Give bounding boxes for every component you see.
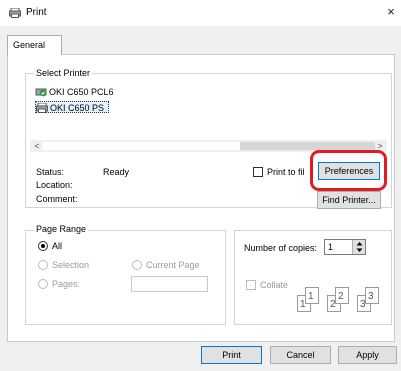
location-label: Location: [36,180,73,190]
find-printer-button[interactable]: Find Printer... [317,191,381,209]
comment-label: Comment: [36,194,78,204]
selection-label[interactable]: Selection [52,260,89,270]
collate-page: 1 [305,287,319,304]
print-to-file-label[interactable]: Print to file [267,167,304,177]
collate-label[interactable]: Collate [260,280,288,290]
printer-list: OKI C650 PCL6 OKI C650 PS [30,82,387,144]
printer-item-oki-c650-pcl6[interactable]: OKI C650 PCL6 [35,86,114,98]
scrollbar-thumb[interactable] [42,142,240,150]
printer-icon [36,102,48,113]
status-value: Ready [103,167,130,177]
all-radio[interactable] [38,241,48,251]
apply-button[interactable]: Apply [338,346,397,364]
collate-page: 2 [335,287,349,304]
status-label: Status: [36,167,65,177]
print-to-file-checkbox[interactable] [253,167,263,177]
pages-label[interactable]: Pages: [52,279,80,289]
pages-input[interactable] [131,276,208,292]
tab-general[interactable]: General [7,35,62,55]
printer-name: OKI C650 PCL6 [49,87,114,97]
cancel-button[interactable]: Cancel [270,346,331,364]
scroll-left-icon[interactable]: < [32,140,42,152]
printer-name: OKI C650 PS [50,103,105,113]
scrollbar-track[interactable] [240,142,375,150]
pages-radio[interactable] [38,279,48,289]
number-of-copies-label: Number of copies: [244,243,318,253]
print-button[interactable]: Print [201,346,262,364]
close-button[interactable]: × [383,3,399,21]
current-page-radio[interactable] [132,260,142,270]
printer-default-icon [35,87,47,97]
current-page-label[interactable]: Current Page [146,260,200,270]
preferences-highlight-ring [310,150,387,191]
page-range-label: Page Range [34,224,89,234]
spinner-arrows-icon [356,242,363,252]
window-title: Print [26,7,47,18]
printer-icon [9,7,21,18]
printer-item-oki-c650-ps[interactable]: OKI C650 PS [35,101,110,113]
selection-radio[interactable] [38,260,48,270]
title-bar: Print × [0,0,401,26]
collate-page: 3 [365,287,379,304]
copies-spinner[interactable] [352,240,365,254]
collate-checkbox[interactable] [246,280,256,290]
all-label[interactable]: All [52,241,62,251]
select-printer-label: Select Printer [34,68,93,78]
